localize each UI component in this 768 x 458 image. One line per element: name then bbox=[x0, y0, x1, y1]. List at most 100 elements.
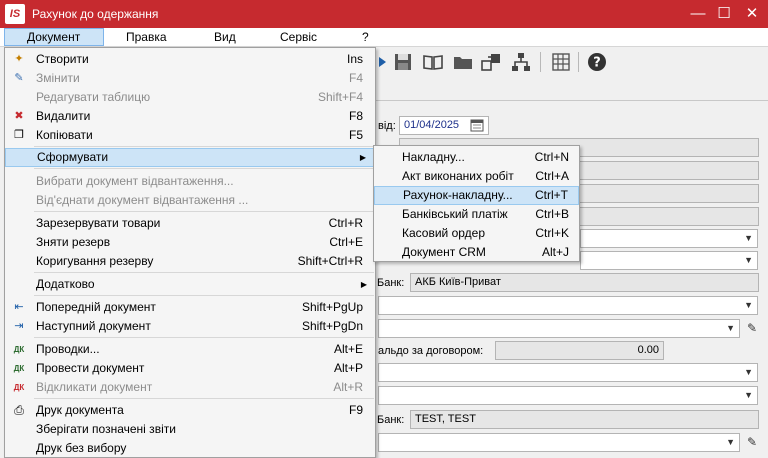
edit-doc-icon: ✎ bbox=[14, 72, 24, 84]
edit-pencil-icon[interactable]: ✎ bbox=[747, 321, 757, 335]
recall-doc-icon: ДК bbox=[13, 383, 25, 392]
menu-item-postings[interactable]: ДК Проводки... Alt+E bbox=[5, 340, 375, 359]
save-icon[interactable] bbox=[392, 51, 414, 73]
edit-pencil-icon[interactable]: ✎ bbox=[747, 435, 757, 449]
app-logo-icon: IS bbox=[5, 4, 25, 24]
chevron-down-icon[interactable]: ▼ bbox=[726, 323, 735, 333]
chevron-down-icon[interactable]: ▼ bbox=[744, 233, 753, 243]
menu-separator bbox=[34, 168, 374, 169]
menu-document[interactable]: Документ bbox=[4, 28, 104, 46]
form-submenu: Накладну... Ctrl+N Акт виконаних робіт C… bbox=[373, 145, 580, 262]
combo-field-4[interactable]: ▼ ✎ bbox=[378, 319, 757, 338]
menu-separator bbox=[34, 211, 374, 212]
submenu-item-invoice[interactable]: Накладну... Ctrl+N bbox=[374, 148, 579, 167]
combo-field-7[interactable]: ▼ ✎ bbox=[378, 433, 757, 452]
menu-item-delete[interactable]: ✖ Видалити F8 bbox=[5, 107, 375, 126]
toolbar: ? bbox=[376, 47, 768, 75]
menu-item-print-no-select[interactable]: Друк без вибору bbox=[5, 439, 375, 458]
menu-item-recall-doc[interactable]: ДК Відкликати документ Alt+R bbox=[5, 378, 375, 397]
svg-text:?: ? bbox=[593, 56, 601, 71]
menu-item-next-doc[interactable]: ⇥ Наступний документ Shift+PgDn bbox=[5, 317, 375, 336]
combo-field-1[interactable]: ▼ bbox=[580, 229, 758, 248]
bank-label-1: Банк: bbox=[377, 277, 405, 289]
prev-doc-icon: ⇤ bbox=[14, 301, 24, 313]
menu-edit[interactable]: Правка bbox=[118, 28, 175, 46]
title-bar: IS Рахунок до одержання — ☐ ✕ bbox=[0, 0, 768, 28]
submenu-item-bill-invoice[interactable]: Рахунок-накладну... Ctrl+T bbox=[374, 186, 579, 205]
create-doc-icon: ✦ bbox=[14, 53, 24, 65]
chevron-down-icon[interactable]: ▼ bbox=[726, 437, 735, 447]
menu-service[interactable]: Сервіс bbox=[272, 28, 325, 46]
menu-item-adjust-reserve[interactable]: Коригування резерву Shift+Ctrl+R bbox=[5, 252, 375, 271]
chevron-down-icon[interactable]: ▼ bbox=[744, 390, 753, 400]
menu-item-copy[interactable]: ❐ Копіювати F5 bbox=[5, 126, 375, 145]
menu-item-save-reports[interactable]: Зберігати позначені звіти bbox=[5, 420, 375, 439]
menu-item-prev-doc[interactable]: ⇤ Попередній документ Shift+PgUp bbox=[5, 298, 375, 317]
close-button[interactable]: ✕ bbox=[738, 0, 766, 28]
bank-label-2: Банк: bbox=[377, 414, 405, 426]
menu-separator bbox=[34, 295, 374, 296]
post-doc-icon: ДК bbox=[13, 364, 25, 373]
menu-item-edit-table[interactable]: Редагувати таблицю Shift+F4 bbox=[5, 88, 375, 107]
delete-doc-icon: ✖ bbox=[14, 110, 24, 122]
combo-field-3[interactable]: ▼ bbox=[378, 296, 758, 315]
submenu-item-crm-doc[interactable]: Документ CRM Alt+J bbox=[374, 243, 579, 262]
table-icon[interactable] bbox=[550, 51, 572, 73]
menu-item-unlink-shipment[interactable]: Від'єднати документ відвантаження ... bbox=[5, 191, 375, 210]
minimize-button[interactable]: — bbox=[684, 0, 712, 28]
link-docs-icon[interactable] bbox=[480, 51, 502, 73]
book-icon[interactable] bbox=[422, 51, 444, 73]
menu-separator bbox=[34, 272, 374, 273]
combo-field-6[interactable]: ▼ bbox=[378, 386, 758, 405]
menu-item-unreserve[interactable]: Зняти резерв Ctrl+E bbox=[5, 233, 375, 252]
combo-field-5[interactable]: ▼ bbox=[378, 363, 758, 382]
menu-item-post-doc[interactable]: ДК Провести документ Alt+P bbox=[5, 359, 375, 378]
copy-doc-icon: ❐ bbox=[14, 129, 24, 141]
chevron-right-icon: ▶ bbox=[359, 153, 366, 162]
submenu-item-bank-payment[interactable]: Банківський платіж Ctrl+B bbox=[374, 205, 579, 224]
submenu-item-work-act[interactable]: Акт виконаних робіт Ctrl+A bbox=[374, 167, 579, 186]
combo-field-2[interactable]: ▼ bbox=[580, 251, 758, 270]
toolbar-separator bbox=[540, 52, 541, 72]
menu-item-additional[interactable]: Додатково ▶ bbox=[5, 275, 375, 294]
submenu-item-cash-order[interactable]: Касовий ордер Ctrl+K bbox=[374, 224, 579, 243]
chevron-down-icon[interactable]: ▼ bbox=[744, 300, 753, 310]
menu-item-edit[interactable]: ✎ Змінити F4 bbox=[5, 69, 375, 88]
help-icon[interactable]: ? bbox=[586, 51, 608, 73]
menu-item-select-shipment[interactable]: Вибрати документ відвантаження... bbox=[5, 172, 375, 191]
window-title: Рахунок до одержання bbox=[32, 7, 159, 21]
menu-item-reserve[interactable]: Зарезервувати товари Ctrl+R bbox=[5, 214, 375, 233]
folder-icon[interactable] bbox=[452, 51, 474, 73]
balance-value: 0.00 bbox=[637, 344, 659, 356]
menu-separator bbox=[34, 337, 374, 338]
date-from-value: 01/04/2025 bbox=[404, 119, 460, 131]
document-menu: ✦ Створити Ins ✎ Змінити F4 Редагувати т… bbox=[4, 47, 376, 458]
date-from-label: від: bbox=[378, 120, 396, 132]
menu-item-create[interactable]: ✦ Створити Ins bbox=[5, 50, 375, 69]
printer-icon: ⎙ bbox=[14, 403, 24, 417]
tab-divider bbox=[376, 100, 768, 101]
bank-field-2: TEST, TEST bbox=[410, 410, 759, 429]
chevron-down-icon[interactable]: ▼ bbox=[744, 255, 753, 265]
hierarchy-icon[interactable] bbox=[510, 51, 532, 73]
postings-icon: ДК bbox=[13, 345, 25, 354]
menu-item-form[interactable]: Сформувати ▶ bbox=[5, 148, 375, 167]
maximize-button[interactable]: ☐ bbox=[710, 0, 738, 28]
next-doc-icon: ⇥ bbox=[14, 320, 24, 332]
chevron-down-icon[interactable]: ▼ bbox=[744, 367, 753, 377]
bank-value-1: АКБ Київ-Приват bbox=[415, 276, 501, 288]
menu-item-print-doc[interactable]: ⎙ Друк документа F9 bbox=[5, 401, 375, 420]
chevron-right-icon: ▶ bbox=[360, 280, 367, 289]
calendar-icon[interactable] bbox=[470, 118, 484, 132]
menu-bar: Документ Правка Вид Сервіс ? bbox=[0, 28, 768, 47]
balance-field: 0.00 bbox=[495, 341, 664, 360]
balance-label: альдо за договором: bbox=[378, 345, 484, 357]
menu-help[interactable]: ? bbox=[354, 28, 377, 46]
bank-field-1: АКБ Київ-Приват bbox=[410, 273, 759, 292]
play-icon[interactable] bbox=[378, 51, 388, 73]
toolbar-separator bbox=[578, 52, 579, 72]
bank-value-2: TEST, TEST bbox=[415, 413, 476, 425]
menu-separator bbox=[34, 398, 374, 399]
menu-separator bbox=[34, 146, 374, 147]
menu-view[interactable]: Вид bbox=[206, 28, 244, 46]
